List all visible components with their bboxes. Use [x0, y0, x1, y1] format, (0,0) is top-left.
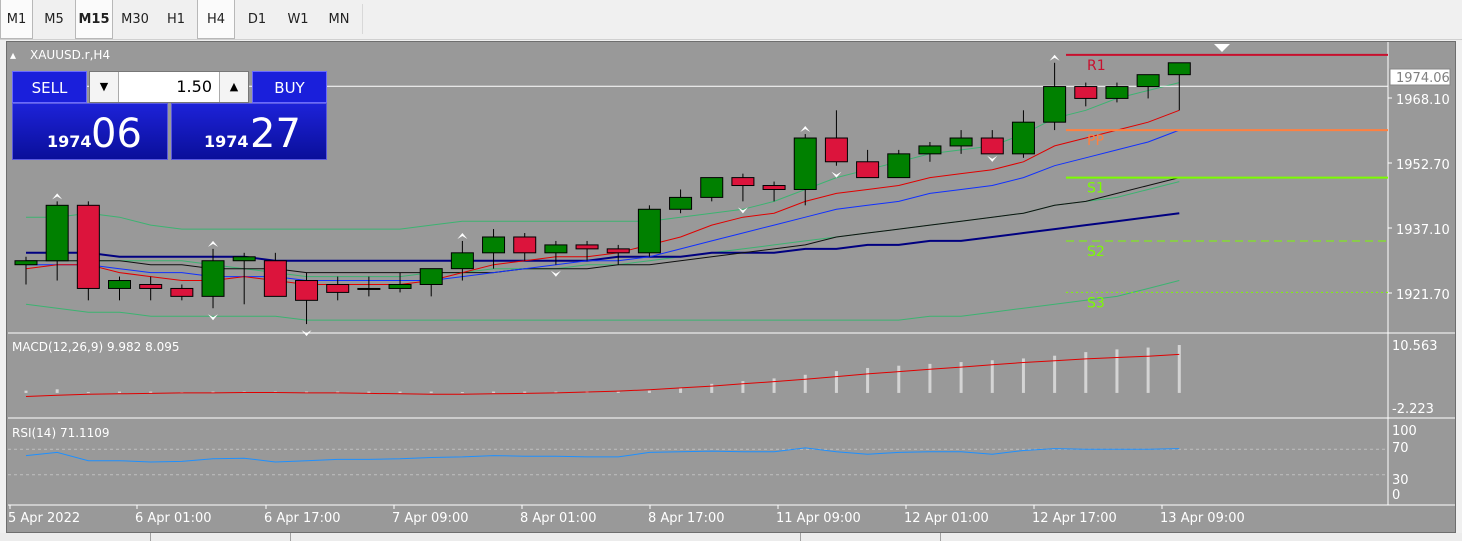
tab-stub[interactable]	[150, 533, 151, 541]
shift-marker-icon	[1214, 44, 1230, 52]
candle-body	[856, 161, 880, 179]
candle-body	[1074, 86, 1098, 99]
time-label: 8 Apr 01:00	[520, 511, 597, 526]
macd-tick-high: 10.563	[1392, 339, 1438, 354]
candle-body	[949, 137, 973, 147]
candle-body	[793, 137, 817, 190]
time-label: 6 Apr 17:00	[264, 511, 341, 526]
collapse-icon[interactable]: ▴	[10, 48, 16, 62]
macd-tick-low: -2.223	[1392, 402, 1434, 417]
sell-price-minor: 06	[91, 111, 142, 157]
buy-price-minor: 27	[250, 111, 301, 157]
candle-body	[450, 252, 474, 270]
candle-body	[606, 248, 630, 254]
macd-signal-line	[25, 353, 1180, 397]
time-label: 13 Apr 09:00	[1160, 511, 1245, 526]
candle-body	[1105, 86, 1129, 99]
candle-body	[1167, 62, 1191, 76]
fractal-up-icon	[1049, 54, 1060, 61]
candle-body	[201, 260, 225, 297]
candle-body	[669, 196, 693, 210]
pivot-s3-label: S3	[1087, 295, 1105, 311]
candle-body	[700, 177, 724, 198]
rsi-label: RSI(14) 71.1109	[12, 426, 110, 440]
time-label: 8 Apr 17:00	[648, 511, 725, 526]
candle-body	[419, 268, 443, 285]
pivot-pp-label: PP	[1087, 133, 1104, 149]
current-price-label: 1974.06	[1396, 71, 1450, 86]
candle-body	[45, 204, 69, 262]
candle-body	[824, 137, 848, 163]
fractal-up-icon	[457, 232, 468, 239]
candle-body	[887, 153, 911, 179]
candle-body	[575, 244, 599, 250]
pivot-s1-label: S1	[1087, 181, 1105, 197]
candle-body	[170, 287, 194, 297]
candle-body	[513, 236, 537, 254]
buy-price-button[interactable]: 1974 27	[171, 103, 327, 160]
time-label: 6 Apr 01:00	[135, 511, 212, 526]
sell-price-button[interactable]: 1974 06	[12, 103, 168, 160]
candle-body	[731, 177, 755, 187]
ma-navy-line	[26, 212, 1180, 262]
time-label: 11 Apr 09:00	[776, 511, 861, 526]
fractal-up-icon	[52, 193, 63, 200]
rsi-tick-label: 100	[1392, 424, 1417, 439]
macd-label: MACD(12,26,9) 9.982 8.095	[12, 340, 179, 354]
candle-body	[76, 204, 100, 289]
lot-size-field[interactable]: ▼ 1.50 ▲	[89, 71, 249, 103]
candle-body	[762, 185, 786, 190]
fractal-down-icon	[987, 155, 998, 162]
candle-body	[637, 208, 661, 254]
sell-price-major: 1974	[47, 132, 92, 151]
fractal-down-icon	[208, 314, 219, 321]
time-label: 5 Apr 2022	[8, 511, 80, 526]
candle-body	[232, 256, 256, 262]
sell-button[interactable]: SELL	[12, 71, 87, 103]
time-label: 12 Apr 01:00	[904, 511, 989, 526]
tab-stub[interactable]	[290, 533, 291, 541]
rsi-line	[25, 447, 1180, 463]
pivot-s2-label: S2	[1087, 244, 1105, 260]
rsi-tick-label: 30	[1392, 473, 1409, 488]
price-tick-label: 1937.10	[1396, 223, 1450, 238]
candle-body	[544, 244, 568, 254]
candle-body	[14, 260, 38, 266]
buy-price-major: 1974	[204, 132, 249, 151]
candle-body	[1043, 86, 1067, 123]
lot-increase-icon[interactable]: ▲	[219, 72, 248, 102]
candle-body	[357, 287, 381, 290]
candle-body	[295, 280, 319, 301]
symbol-label: XAUUSD.r,H4	[30, 48, 110, 62]
candle-body	[326, 283, 350, 293]
candle-body	[139, 283, 163, 289]
price-tick-label: 1921.70	[1396, 288, 1450, 303]
bollinger-lower	[25, 280, 1180, 321]
rsi-tick-label: 70	[1392, 441, 1409, 456]
candle-body	[918, 145, 942, 155]
tab-stub[interactable]	[800, 533, 801, 541]
candle-body	[482, 236, 506, 254]
rsi-tick-label: 0	[1392, 488, 1400, 503]
fractal-up-icon	[208, 240, 219, 247]
candle-body	[108, 280, 132, 289]
candle-body	[388, 283, 412, 289]
pivot-r1-label: R1	[1087, 58, 1106, 74]
bottom-tab-strip	[0, 533, 1462, 541]
fractal-down-icon	[550, 270, 561, 277]
candle-body	[1136, 74, 1160, 88]
candle-body	[980, 137, 1004, 155]
tab-stub[interactable]	[940, 533, 941, 541]
time-label: 7 Apr 09:00	[392, 511, 469, 526]
price-tick-label: 1968.10	[1396, 93, 1450, 108]
price-tick-label: 1952.70	[1396, 158, 1450, 173]
fractal-up-icon	[800, 126, 811, 133]
lot-value[interactable]: 1.50	[120, 72, 218, 102]
candle-body	[263, 260, 287, 297]
candle-body	[1011, 121, 1035, 155]
lot-decrease-icon[interactable]: ▼	[90, 72, 119, 102]
one-click-trading-panel: SELL ▼ 1.50 ▲ BUY 1974 06 1974 27	[12, 71, 327, 161]
buy-button[interactable]: BUY	[252, 71, 327, 103]
time-label: 12 Apr 17:00	[1032, 511, 1117, 526]
